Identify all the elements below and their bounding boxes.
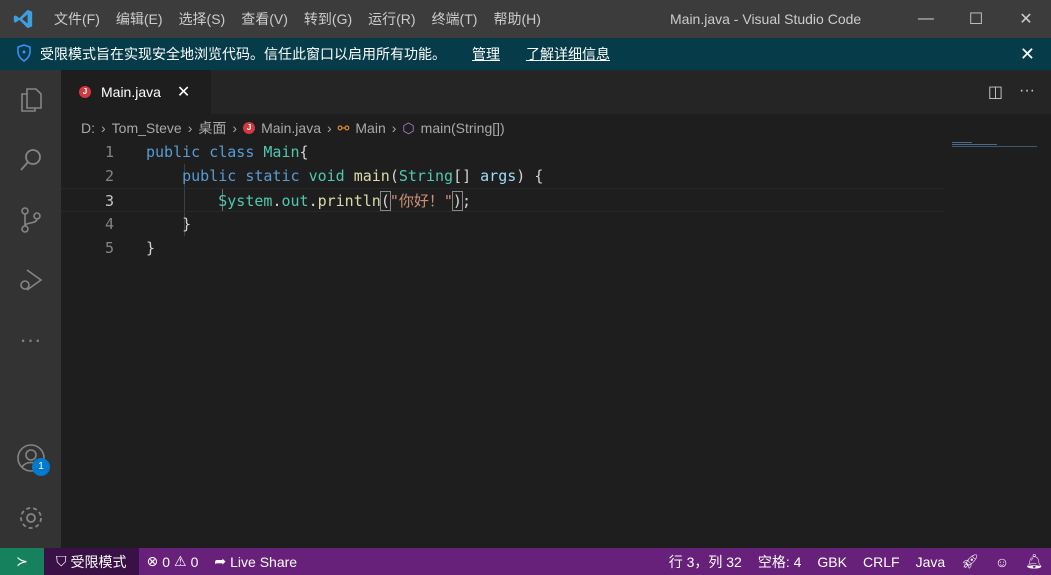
menu-help[interactable]: 帮助(H) xyxy=(485,0,548,38)
more-actions-icon[interactable]: ··· xyxy=(1019,82,1035,102)
restricted-mode-status[interactable]: ⛉ 受限模式 xyxy=(44,548,139,575)
minimize-button[interactable]: — xyxy=(901,0,951,38)
menu-run[interactable]: 运行(R) xyxy=(360,0,423,38)
source-control-icon[interactable] xyxy=(0,190,61,250)
error-icon: ⊗ xyxy=(146,553,159,569)
live-share-icon: ➦ xyxy=(214,553,227,569)
breadcrumb: D: › Tom_Steve › 桌面 › J Main.java › ⚯ Main › … xyxy=(81,118,505,138)
manage-link[interactable]: 管理 xyxy=(472,44,500,64)
rocket-icon[interactable]: 🚀︎ xyxy=(953,552,987,572)
learn-more-link[interactable]: 了解详细信息 xyxy=(526,44,610,64)
breadcrumb-folder[interactable]: Tom_Steve xyxy=(112,120,182,136)
menu-edit[interactable]: 编辑(E) xyxy=(108,0,171,38)
tab-main-java[interactable]: J Main.java ✕ xyxy=(61,70,211,114)
run-debug-icon[interactable] xyxy=(0,250,61,310)
activity-bar: ··· 1 xyxy=(0,70,61,548)
minimap[interactable] xyxy=(952,140,1037,148)
account-icon[interactable] xyxy=(0,428,61,488)
explorer-icon[interactable] xyxy=(0,70,61,130)
end-of-line[interactable]: CRLF xyxy=(855,552,908,572)
shield-icon xyxy=(16,43,32,65)
warning-icon: ⚠ xyxy=(174,553,187,569)
banner-message: 受限模式旨在实现安全地浏览代码。信任此窗口以启用所有功能。 xyxy=(40,46,446,62)
close-tab-icon[interactable]: ✕ xyxy=(177,82,190,102)
java-file-icon: J xyxy=(243,122,256,134)
menu-file[interactable]: 文件(F) xyxy=(46,0,108,38)
maximize-button[interactable]: ☐ xyxy=(951,0,1001,38)
close-window-button[interactable]: ✕ xyxy=(1001,0,1051,38)
breadcrumb-class[interactable]: Main xyxy=(355,120,385,136)
language-mode[interactable]: Java xyxy=(908,552,954,572)
class-symbol-icon: ⚯ xyxy=(337,119,350,136)
status-bar: ≻ ⛉ 受限模式 ⊗ 0 ⚠ 0 ➦ Live Share 行 3，列 32 空格: 4 … xyxy=(0,548,1051,575)
search-icon[interactable] xyxy=(0,130,61,190)
menu-view[interactable]: 查看(V) xyxy=(233,0,296,38)
account-badge: 1 xyxy=(32,458,50,476)
more-icon[interactable]: ··· xyxy=(0,310,61,370)
breadcrumb-method[interactable]: main(String[]) xyxy=(421,120,505,136)
problems-status[interactable]: ⊗ 0 ⚠ 0 xyxy=(139,553,207,570)
code-line: 2 public static void main(String[] args)… xyxy=(104,167,544,185)
menu-selection[interactable]: 选择(S) xyxy=(171,0,234,38)
remote-icon[interactable]: ≻ xyxy=(0,548,44,575)
breadcrumb-file[interactable]: Main.java xyxy=(261,120,321,136)
menu-terminal[interactable]: 终端(T) xyxy=(424,0,486,38)
feedback-icon[interactable]: ☺ xyxy=(987,552,1017,572)
notifications-bell-icon[interactable]: 🔔︎ xyxy=(1017,552,1051,572)
breadcrumb-drive[interactable]: D: xyxy=(81,120,95,136)
close-banner-button[interactable]: ✕ xyxy=(1020,44,1035,65)
shield-icon: ⛉ xyxy=(56,553,67,569)
live-share-button[interactable]: ➦ Live Share xyxy=(206,553,305,570)
code-line: 1 public class Main{ xyxy=(104,143,309,161)
code-line: 5} xyxy=(104,239,156,257)
restricted-mode-banner: 受限模式旨在实现安全地浏览代码。信任此窗口以启用所有功能。 管理 了解详细信息 … xyxy=(0,38,1051,70)
indentation[interactable]: 空格: 4 xyxy=(750,552,810,572)
vscode-logo-icon xyxy=(0,0,46,38)
window-title: Main.java - Visual Studio Code xyxy=(670,11,862,27)
method-symbol-icon: ⬡ xyxy=(402,119,415,136)
java-file-icon: J xyxy=(79,86,91,98)
tab-label: Main.java xyxy=(101,84,161,100)
code-editor[interactable]: 1 public class Main{ 2 public static void… xyxy=(61,140,1051,548)
encoding[interactable]: GBK xyxy=(809,552,855,572)
split-editor-icon[interactable]: ◫ xyxy=(988,82,1003,102)
title-bar: 文件(F) 编辑(E) 选择(S) 查看(V) 转到(G) 运行(R) 终端(T… xyxy=(0,0,1051,38)
breadcrumb-desktop[interactable]: 桌面 xyxy=(198,118,226,138)
cursor-position[interactable]: 行 3，列 32 xyxy=(661,552,750,572)
settings-gear-icon[interactable] xyxy=(0,488,61,548)
editor-tabs: J Main.java ✕ ◫ ··· xyxy=(61,70,1051,114)
code-line-current: 3 System.out.println("你好！"); xyxy=(61,188,944,212)
menu-go[interactable]: 转到(G) xyxy=(296,0,360,38)
code-line: 4 } xyxy=(104,215,192,233)
